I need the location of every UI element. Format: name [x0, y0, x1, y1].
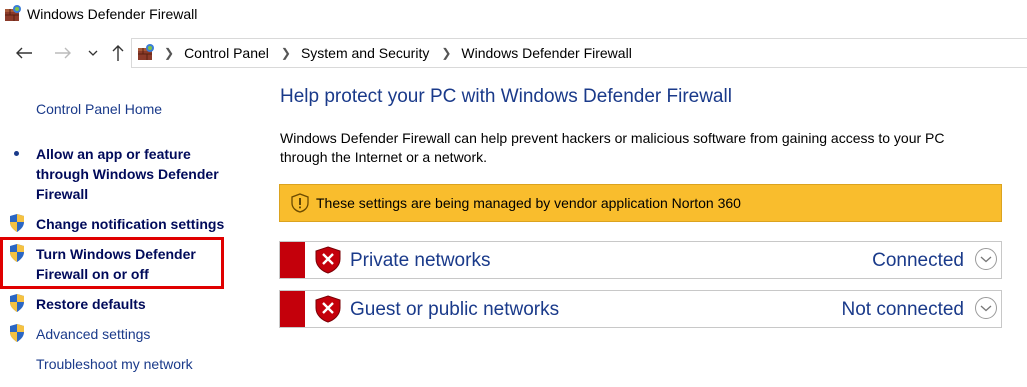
status-strip [280, 242, 305, 278]
highlight-box [0, 237, 224, 289]
breadcrumb-control-panel[interactable]: Control Panel [184, 45, 269, 61]
back-arrow-icon [16, 47, 32, 59]
address-bar[interactable]: ❯ Control Panel ❯ System and Security ❯ … [131, 38, 1027, 68]
error-shield-icon [315, 246, 341, 274]
network-name[interactable]: Private networks [350, 250, 490, 272]
guest-public-networks-row[interactable]: Guest or public networks Not connected [279, 290, 1002, 328]
vendor-managed-warning: These settings are being managed by vend… [279, 184, 1002, 222]
private-networks-row[interactable]: Private networks Connected [279, 241, 1002, 279]
chevron-down-icon [980, 305, 992, 312]
expand-button[interactable] [975, 297, 997, 319]
breadcrumb-windows-defender-firewall[interactable]: Windows Defender Firewall [461, 45, 631, 61]
sidebar-item-advanced-settings[interactable]: Advanced settings [36, 324, 150, 344]
network-status: Connected [872, 250, 964, 271]
sidebar-item-troubleshoot-network[interactable]: Troubleshoot my network [36, 354, 193, 374]
forward-arrow-icon [55, 47, 71, 59]
forward-button[interactable] [52, 42, 74, 64]
title-bar: Windows Defender Firewall [0, 0, 1027, 32]
chevron-right-icon[interactable]: ❯ [281, 46, 291, 60]
expand-button[interactable] [975, 248, 997, 270]
window-title: Windows Defender Firewall [27, 6, 198, 22]
sidebar-item-control-panel-home[interactable]: Control Panel Home [36, 99, 162, 119]
error-shield-icon [315, 295, 341, 323]
sidebar-item-label: Allow an app or feature [36, 146, 191, 162]
firewall-app-icon [5, 5, 21, 21]
sidebar-item-restore-defaults[interactable]: Restore defaults [36, 294, 146, 314]
status-strip [280, 291, 305, 327]
bullet-icon [14, 151, 19, 156]
chevron-right-icon[interactable]: ❯ [441, 46, 451, 60]
up-arrow-icon [112, 45, 124, 61]
sidebar-item-allow-app[interactable]: Allow an app or feature through Windows … [36, 144, 219, 204]
back-button[interactable] [13, 42, 35, 64]
control-panel-icon [138, 44, 154, 60]
uac-shield-icon [10, 214, 24, 232]
page-description: Windows Defender Firewall can help preve… [280, 130, 945, 165]
page-title: Help protect your PC with Windows Defend… [280, 86, 732, 107]
sidebar-item-label: Firewall [36, 186, 89, 202]
uac-shield-icon [10, 324, 24, 342]
breadcrumb: ❯ Control Panel ❯ System and Security ❯ … [164, 39, 632, 67]
recent-locations-button[interactable] [86, 42, 100, 64]
chevron-down-icon [980, 256, 992, 263]
chevron-right-icon[interactable]: ❯ [164, 46, 174, 60]
warning-text: These settings are being managed by vend… [316, 195, 741, 211]
network-name[interactable]: Guest or public networks [350, 299, 559, 321]
sidebar-item-change-notification-settings[interactable]: Change notification settings [36, 214, 224, 234]
uac-shield-icon [10, 294, 24, 312]
chevron-down-icon [88, 50, 98, 56]
up-button[interactable] [108, 42, 128, 64]
warning-shield-icon [291, 193, 309, 213]
sidebar-item-label: through Windows Defender [36, 166, 219, 182]
network-status: Not connected [841, 299, 964, 320]
breadcrumb-system-and-security[interactable]: System and Security [301, 45, 429, 61]
